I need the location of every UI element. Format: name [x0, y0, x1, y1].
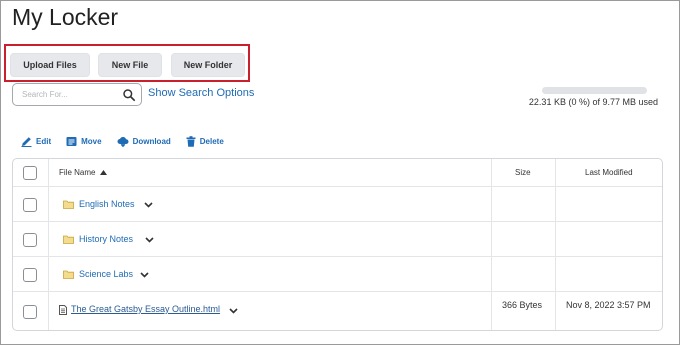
row-checkbox[interactable]: [23, 305, 37, 319]
search-input[interactable]: Search For...: [12, 83, 142, 106]
file-table: File Name Size Last Modified English Not…: [12, 158, 663, 331]
folder-name-link[interactable]: English Notes: [79, 199, 135, 209]
chevron-down-icon[interactable]: [229, 308, 238, 314]
folder-name-link[interactable]: History Notes: [79, 234, 133, 244]
delete-button[interactable]: Delete: [186, 135, 224, 147]
row-checkbox[interactable]: [23, 198, 37, 212]
new-folder-button[interactable]: New Folder: [171, 53, 245, 77]
upload-files-button[interactable]: Upload Files: [10, 53, 90, 77]
folder-name-link[interactable]: Science Labs: [79, 269, 133, 279]
table-row: The Great Gatsby Essay Outline.html 366 …: [13, 292, 662, 330]
file-last-modified: Nov 8, 2022 3:57 PM: [566, 300, 651, 310]
delete-label: Delete: [199, 136, 224, 146]
download-label: Download: [132, 136, 171, 146]
select-all-checkbox[interactable]: [23, 166, 37, 180]
folder-icon: [63, 235, 74, 244]
pencil-icon: [21, 136, 32, 147]
move-button[interactable]: Move: [66, 136, 102, 147]
move-icon: [66, 136, 77, 146]
file-name-header-label: File Name: [59, 168, 96, 177]
download-button[interactable]: Download: [117, 136, 171, 147]
sort-ascending-icon: [99, 170, 107, 175]
cloud-download-icon: [117, 136, 129, 147]
file-toolbar: Edit Move Download Delete: [21, 134, 239, 148]
action-button-group: Upload Files New File New Folder: [4, 44, 250, 82]
row-checkbox[interactable]: [23, 268, 37, 282]
show-search-options-link[interactable]: Show Search Options: [148, 87, 254, 99]
size-column-header: Size: [515, 168, 531, 177]
row-checkbox[interactable]: [23, 233, 37, 247]
edit-label: Edit: [36, 136, 52, 146]
search-placeholder: Search For...: [22, 90, 68, 99]
last-modified-column-header: Last Modified: [585, 168, 633, 177]
storage-quota-bar: [542, 87, 647, 94]
table-row: History Notes: [13, 222, 662, 257]
file-name-link[interactable]: The Great Gatsby Essay Outline.html: [71, 304, 220, 314]
edit-button[interactable]: Edit: [21, 136, 51, 147]
chevron-down-icon[interactable]: [144, 202, 153, 208]
chevron-down-icon[interactable]: [140, 272, 149, 278]
folder-icon: [63, 270, 74, 279]
page-title: My Locker: [12, 4, 119, 30]
move-label: Move: [81, 136, 102, 146]
table-row: Science Labs: [13, 257, 662, 292]
search-icon[interactable]: [122, 88, 136, 102]
storage-quota-text: 22.31 KB (0 %) of 9.77 MB used: [528, 97, 658, 107]
table-row: English Notes: [13, 187, 662, 222]
trash-icon: [186, 135, 196, 147]
chevron-down-icon[interactable]: [145, 237, 154, 243]
file-size: 366 Bytes: [502, 300, 543, 310]
file-icon: [59, 305, 67, 315]
folder-icon: [63, 200, 74, 209]
table-header-row: File Name Size Last Modified: [13, 159, 662, 187]
file-name-column-header[interactable]: File Name: [59, 168, 107, 177]
new-file-button[interactable]: New File: [98, 53, 162, 77]
